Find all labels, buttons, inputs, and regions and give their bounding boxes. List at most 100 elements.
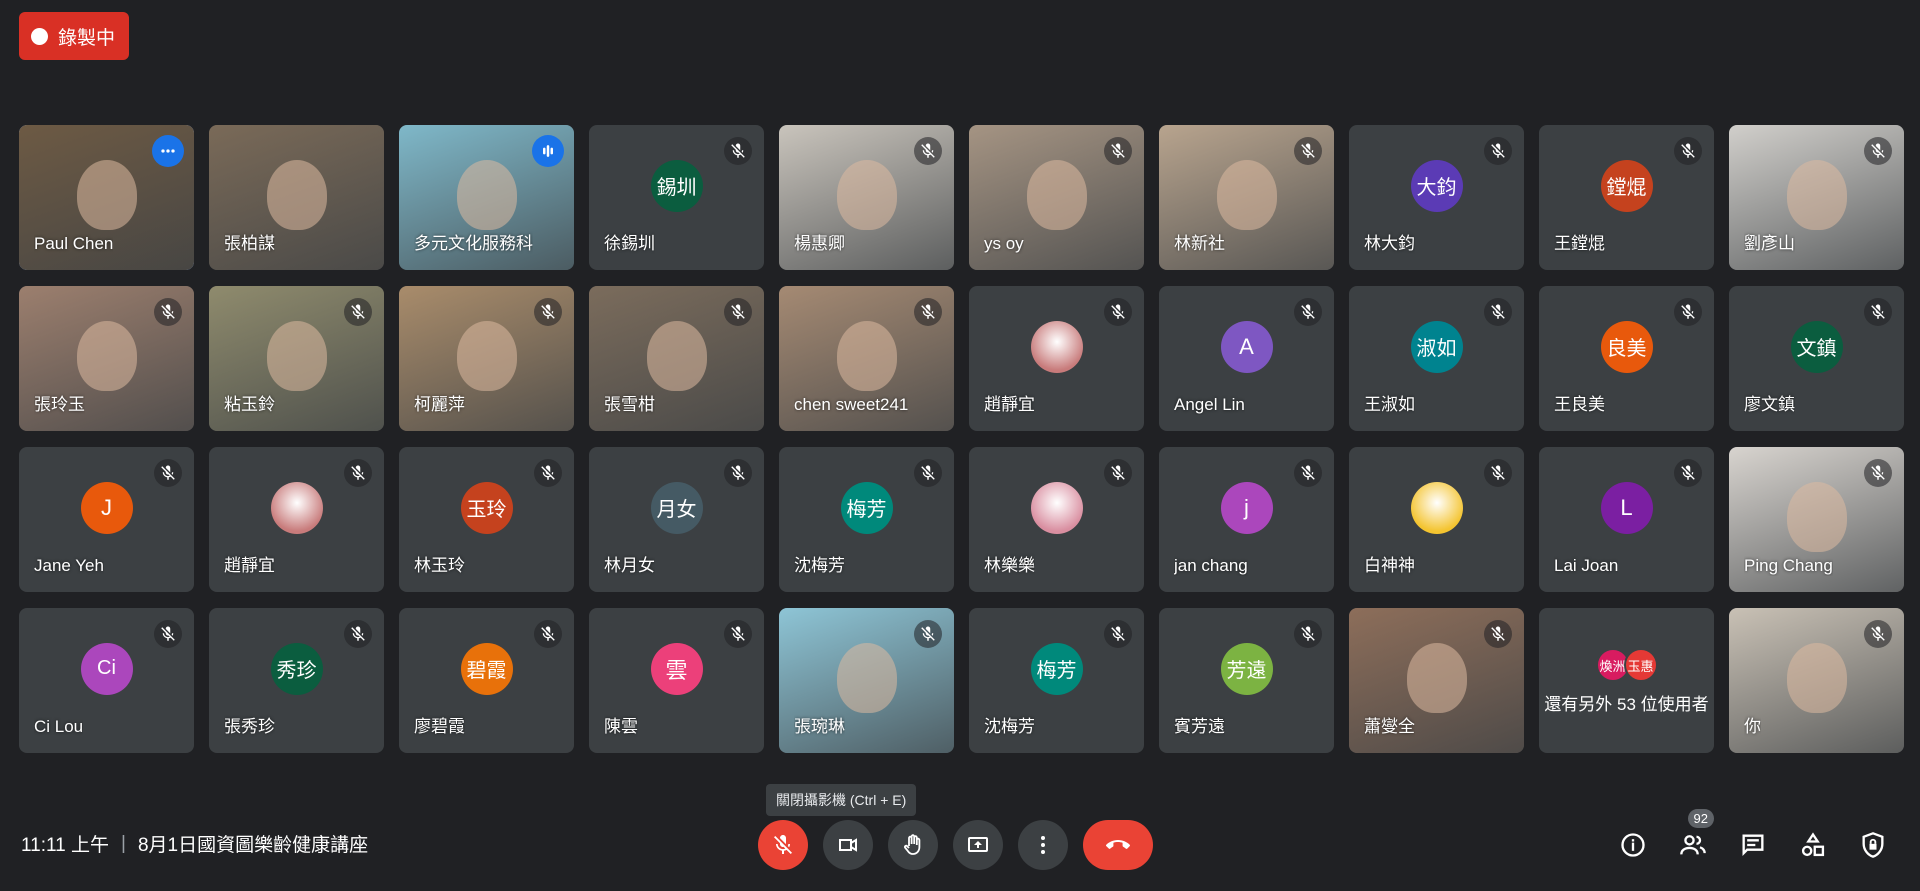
participant-tile[interactable]: 鏜焜 王鏜焜 (1539, 125, 1714, 270)
participant-name: Angel Lin (1174, 395, 1245, 414)
divider: | (121, 832, 126, 854)
mic-off-icon (1104, 459, 1132, 487)
participant-tile[interactable]: 柯麗萍 (399, 286, 574, 431)
mic-off-icon (1674, 137, 1702, 165)
participant-tile[interactable]: 碧霞 廖碧霞 (399, 608, 574, 753)
participant-tile[interactable]: 梅芳 沈梅芳 (779, 447, 954, 592)
participant-tile[interactable]: chen sweet241 (779, 286, 954, 431)
participant-tile[interactable]: L Lai Joan (1539, 447, 1714, 592)
mic-off-icon (344, 459, 372, 487)
participant-tile[interactable]: A Angel Lin (1159, 286, 1334, 431)
participant-tile[interactable]: 月女 林月女 (589, 447, 764, 592)
participant-tile[interactable]: 梅芳 沈梅芳 (969, 608, 1144, 753)
mic-off-icon (914, 459, 942, 487)
avatar: 錫圳 (650, 159, 703, 212)
avatar: A (1220, 320, 1273, 373)
participant-name: 賓芳遠 (1174, 717, 1225, 736)
participant-tile[interactable]: 張雪柑 (589, 286, 764, 431)
participant-tile[interactable]: 秀珍 張秀珍 (209, 608, 384, 753)
participant-face (266, 159, 327, 230)
participant-tile[interactable]: 你 (1729, 608, 1904, 753)
participant-face (456, 159, 517, 230)
participant-tile[interactable]: 趙靜宜 (209, 447, 384, 592)
host-controls-button[interactable] (1856, 825, 1890, 865)
participant-name: Ci Lou (34, 717, 84, 736)
participant-name: Paul Chen (34, 234, 114, 253)
participant-tile[interactable]: 林新社 (1159, 125, 1334, 270)
participant-name: jan chang (1174, 556, 1248, 575)
avatar: 碧霞 (460, 642, 513, 695)
avatar: 月女 (650, 481, 703, 534)
mic-off-icon (154, 620, 182, 648)
camera-toggle-button[interactable] (823, 820, 873, 870)
participant-tile[interactable]: Ci Ci Lou (19, 608, 194, 753)
raise-hand-button[interactable] (888, 820, 938, 870)
participant-tile[interactable]: 林樂樂 (969, 447, 1144, 592)
participant-tile[interactable]: 錫圳徐錫圳 (589, 125, 764, 270)
people-button[interactable]: 92 (1676, 809, 1714, 865)
mic-off-icon (914, 137, 942, 165)
participant-tile[interactable]: J Jane Yeh (19, 447, 194, 592)
participant-name: 張琬琳 (794, 717, 845, 736)
participant-tile[interactable]: 雲陳雲 (589, 608, 764, 753)
mic-toggle-button[interactable] (758, 820, 808, 870)
participant-tile[interactable]: 劉彥山 (1729, 125, 1904, 270)
participant-face (646, 320, 707, 391)
participant-tile[interactable]: 張琬琳 (779, 608, 954, 753)
more-options-button[interactable] (1018, 820, 1068, 870)
participant-tile[interactable]: 白神神 (1349, 447, 1524, 592)
shield-lock-icon (1862, 832, 1884, 858)
avatar-photo (1030, 320, 1083, 373)
participant-face (1026, 159, 1087, 230)
avatar: 淑如 (1410, 320, 1463, 373)
activities-button[interactable] (1796, 825, 1830, 865)
avatar-photo (270, 481, 323, 534)
participant-tile[interactable]: 玉玲 林玉玲 (399, 447, 574, 592)
mic-off-icon (1484, 620, 1512, 648)
avatar: L (1600, 481, 1653, 534)
participant-tile[interactable]: 芳遠 賓芳遠 (1159, 608, 1334, 753)
participant-tile[interactable]: 煥洲 玉惠 還有另外 53 位使用者 (1539, 608, 1714, 753)
mic-off-icon (1294, 298, 1322, 326)
participant-tile[interactable]: 張柏謀 (209, 125, 384, 270)
participant-tile[interactable]: 張玲玉 (19, 286, 194, 431)
participant-tile[interactable]: 文鎮 廖文鎮 (1729, 286, 1904, 431)
avatar: 秀珍 (270, 642, 323, 695)
participant-tile[interactable]: 蕭燮全 (1349, 608, 1524, 753)
mic-off-icon (534, 620, 562, 648)
participant-tile[interactable]: 多元文化服務科 (399, 125, 574, 270)
recording-label: 錄製中 (58, 27, 116, 49)
present-screen-button[interactable] (953, 820, 1003, 870)
participant-name: 沈梅芳 (984, 717, 1035, 736)
participant-tile[interactable]: Paul Chen (19, 125, 194, 270)
participant-tile[interactable]: 大鈞 林大鈞 (1349, 125, 1524, 270)
participant-tile[interactable]: 淑如 王淑如 (1349, 286, 1524, 431)
mic-off-icon (724, 298, 752, 326)
call-end-icon (1106, 840, 1130, 849)
meeting-details-button[interactable] (1616, 825, 1650, 865)
more-actions-button[interactable] (152, 135, 184, 167)
avatar: 大鈞 (1410, 159, 1463, 212)
mic-off-icon (1864, 298, 1892, 326)
leave-call-button[interactable] (1083, 820, 1153, 870)
avatar: Ci (80, 642, 133, 695)
participant-tile[interactable]: 趙靜宜 (969, 286, 1144, 431)
participant-tile[interactable]: Ping Chang (1729, 447, 1904, 592)
participant-face (836, 159, 897, 230)
participant-face (1216, 159, 1277, 230)
participant-name: 王鏜焜 (1554, 234, 1605, 253)
mic-off-icon (154, 298, 182, 326)
participant-tile[interactable]: j jan chang (1159, 447, 1334, 592)
participant-tile[interactable]: ys oy (969, 125, 1144, 270)
participant-tile[interactable]: 良美 王良美 (1539, 286, 1714, 431)
participant-name: 徐錫圳 (604, 234, 655, 253)
meeting-title[interactable]: 8月1日國資圖樂齡健康講座 (138, 830, 368, 857)
chat-button[interactable] (1736, 825, 1770, 865)
participant-name: 王良美 (1554, 395, 1605, 414)
participant-name: 廖文鎮 (1744, 395, 1795, 414)
more-participants-avatars: 煥洲 玉惠 (1595, 648, 1658, 682)
participant-tile[interactable]: 楊惠卿 (779, 125, 954, 270)
participant-tile[interactable]: 粘玉鈴 (209, 286, 384, 431)
info-icon (1621, 833, 1645, 857)
record-dot-icon (31, 27, 48, 45)
